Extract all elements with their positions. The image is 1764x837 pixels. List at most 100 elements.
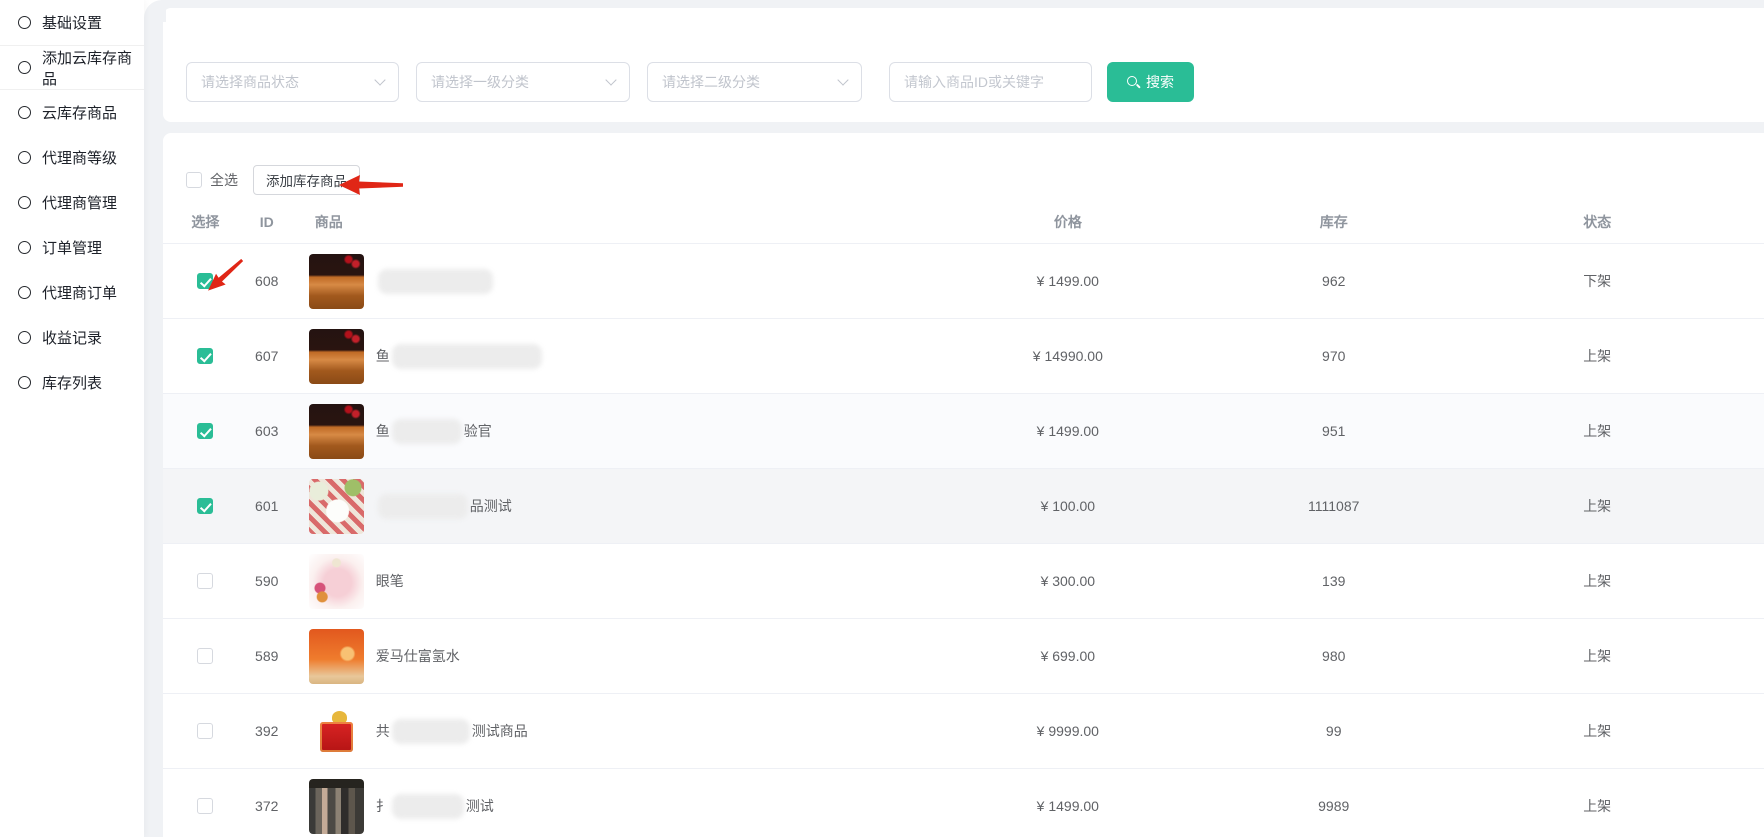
redacted-name-blur xyxy=(392,719,470,744)
product-status: 下架 xyxy=(1430,271,1764,291)
header-status: 状态 xyxy=(1430,212,1764,232)
sidebar-item-label: 基础设置 xyxy=(42,12,102,33)
table-row: 589 爱马仕富氢水 ¥ 699.00 980 上架 xyxy=(163,618,1764,693)
category-level2-select[interactable]: 请选择二级分类 xyxy=(647,62,862,102)
red-arrow-annotation-add-button xyxy=(339,174,403,196)
product-id: 601 xyxy=(225,498,309,514)
product-name: 共 测试商品 xyxy=(376,719,528,744)
redacted-name-blur xyxy=(378,494,468,519)
table-row: 392 共 测试商品 ¥ 9999.00 99 上架 xyxy=(163,693,1764,768)
table-header-row: 选择 ID 商品 价格 库存 状态 xyxy=(163,200,1764,243)
search-button[interactable]: 搜索 xyxy=(1107,62,1194,102)
product-id: 372 xyxy=(225,798,309,814)
redacted-name-blur xyxy=(392,344,542,369)
product-stock: 9989 xyxy=(1237,798,1430,814)
sidebar-item-add-cloud-stock-product[interactable]: 添加云库存商品 xyxy=(0,45,144,90)
product-name: 鱼 xyxy=(376,344,544,369)
sidebar-item-stock-list[interactable]: 库存列表 xyxy=(0,360,144,405)
product-status: 上架 xyxy=(1430,346,1764,366)
sidebar-item-label: 库存列表 xyxy=(42,372,102,393)
sidebar-item-label: 代理商订单 xyxy=(42,282,117,303)
circle-icon xyxy=(18,106,31,119)
product-image xyxy=(309,704,364,759)
row-checkbox[interactable] xyxy=(197,573,213,589)
select-placeholder: 请选择二级分类 xyxy=(662,72,760,92)
select-all-checkbox[interactable] xyxy=(186,172,202,188)
table-row: 601 品测试 ¥ 100.00 1111087 上架 xyxy=(163,468,1764,543)
sidebar-item-agent-levels[interactable]: 代理商等级 xyxy=(0,135,144,180)
circle-icon xyxy=(18,61,31,74)
redacted-name-blur xyxy=(392,419,462,444)
table-toolbar: 全选 添加库存商品 xyxy=(163,163,360,197)
product-id: 603 xyxy=(225,423,309,439)
table-row: 590 眼笔 ¥ 300.00 139 上架 xyxy=(163,543,1764,618)
sidebar-item-earnings-records[interactable]: 收益记录 xyxy=(0,315,144,360)
product-id: 590 xyxy=(225,573,309,589)
filter-panel: 请选择商品状态 请选择一级分类 请选择二级分类 搜索 xyxy=(163,8,1764,122)
row-checkbox[interactable] xyxy=(197,798,213,814)
product-status: 上架 xyxy=(1430,646,1764,666)
row-checkbox[interactable] xyxy=(197,348,213,364)
circle-icon xyxy=(18,241,31,254)
row-checkbox[interactable] xyxy=(197,648,213,664)
row-checkbox[interactable] xyxy=(197,498,213,514)
product-price: ¥ 100.00 xyxy=(899,498,1237,514)
product-price: ¥ 1499.00 xyxy=(899,798,1237,814)
product-stock: 1111087 xyxy=(1237,498,1430,514)
circle-icon xyxy=(18,16,31,29)
product-id: 392 xyxy=(225,723,309,739)
product-name: 爱马仕富氢水 xyxy=(376,646,460,666)
redacted-name-blur xyxy=(392,794,464,819)
circle-icon xyxy=(18,286,31,299)
product-price: ¥ 1499.00 xyxy=(899,423,1237,439)
sidebar-item-label: 代理商管理 xyxy=(42,192,117,213)
table-row: 607 鱼 ¥ 14990.00 970 上架 xyxy=(163,318,1764,393)
product-name: 扌 测试 xyxy=(376,794,494,819)
product-status: 上架 xyxy=(1430,721,1764,741)
keyword-input[interactable] xyxy=(889,62,1092,102)
sidebar-item-label: 云库存商品 xyxy=(42,102,117,123)
product-image xyxy=(309,404,364,459)
product-name xyxy=(376,269,495,294)
product-stock: 951 xyxy=(1237,423,1430,439)
product-image xyxy=(309,254,364,309)
product-price: ¥ 699.00 xyxy=(899,648,1237,664)
product-status-select[interactable]: 请选择商品状态 xyxy=(186,62,399,102)
product-name: 眼笔 xyxy=(376,571,404,591)
product-status: 上架 xyxy=(1430,571,1764,591)
product-stock: 99 xyxy=(1237,723,1430,739)
sidebar-item-order-management[interactable]: 订单管理 xyxy=(0,225,144,270)
category-level1-select[interactable]: 请选择一级分类 xyxy=(416,62,630,102)
sidebar-item-basic-settings[interactable]: 基础设置 xyxy=(0,0,144,45)
product-stock: 962 xyxy=(1237,273,1430,289)
circle-icon xyxy=(18,196,31,209)
sidebar-item-agent-orders[interactable]: 代理商订单 xyxy=(0,270,144,315)
product-table-panel: 全选 添加库存商品 选择 ID 商品 价格 库存 状态 608 ¥ xyxy=(163,133,1764,837)
product-price: ¥ 9999.00 xyxy=(899,723,1237,739)
header-id: ID xyxy=(225,214,309,230)
header-select: 选择 xyxy=(186,212,225,232)
magnifier-icon xyxy=(1127,76,1140,89)
product-image xyxy=(309,629,364,684)
circle-icon xyxy=(18,376,31,389)
header-price: 价格 xyxy=(899,212,1237,232)
product-id: 589 xyxy=(225,648,309,664)
product-image xyxy=(309,779,364,834)
sidebar-item-label: 订单管理 xyxy=(42,237,102,258)
chevron-down-icon xyxy=(605,74,616,85)
product-id: 607 xyxy=(225,348,309,364)
sidebar-item-label: 添加云库存商品 xyxy=(42,47,144,89)
product-name: 品测试 xyxy=(376,494,512,519)
select-all-label: 全选 xyxy=(210,170,238,190)
table-body: 608 ¥ 1499.00 962 下架 607 鱼 xyxy=(163,243,1764,837)
select-placeholder: 请选择商品状态 xyxy=(201,72,299,92)
row-checkbox[interactable] xyxy=(197,423,213,439)
sidebar-item-cloud-stock-products[interactable]: 云库存商品 xyxy=(0,90,144,135)
product-status: 上架 xyxy=(1430,796,1764,816)
table-row: 372 扌 测试 ¥ 1499.00 9989 上架 xyxy=(163,768,1764,837)
header-stock: 库存 xyxy=(1237,212,1430,232)
product-stock: 980 xyxy=(1237,648,1430,664)
sidebar-item-agent-management[interactable]: 代理商管理 xyxy=(0,180,144,225)
product-image xyxy=(309,479,364,534)
row-checkbox[interactable] xyxy=(197,723,213,739)
